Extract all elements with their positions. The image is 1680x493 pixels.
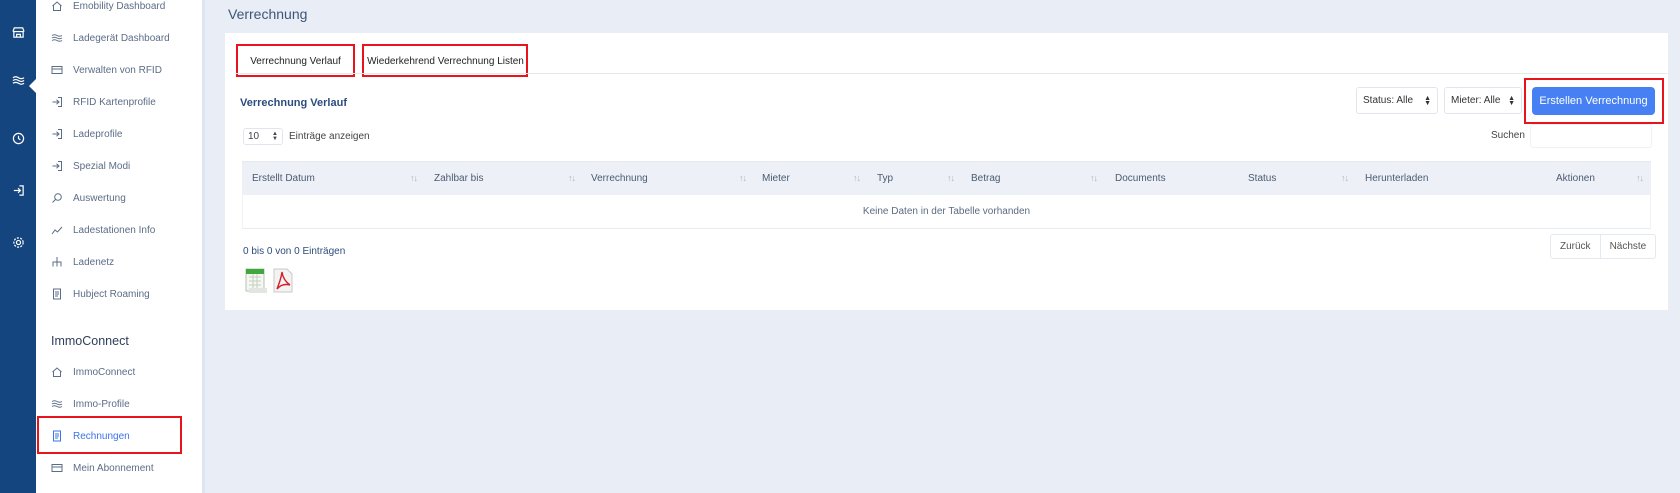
sidebar-item-immo-profile[interactable]: Immo-Profile — [50, 394, 130, 414]
document-icon — [50, 287, 64, 301]
status-filter-select[interactable]: Status: Alle ▲ ▼ — [1356, 87, 1438, 114]
select-arrows-icon: ▲ ▼ — [1424, 95, 1431, 107]
pdf-export-icon[interactable] — [272, 268, 294, 294]
col-mieter[interactable]: Mieter — [762, 173, 790, 184]
pagination-prev[interactable]: Zurück — [1551, 235, 1601, 258]
gear-icon[interactable] — [0, 232, 36, 252]
sidebar-item-mein-abonnement[interactable]: Mein Abonnement — [50, 458, 154, 478]
active-pointer — [29, 79, 36, 93]
sidebar-item-ladegeraet-dashboard[interactable]: Ladegerät Dashboard — [50, 28, 170, 48]
sidebar-item-auswertung[interactable]: Auswertung — [50, 188, 126, 208]
search-icon — [50, 191, 64, 205]
col-betrag[interactable]: Betrag — [971, 173, 1000, 184]
pagination-next[interactable]: Nächste — [1601, 235, 1656, 258]
pagination: Zurück Nächste — [1550, 234, 1657, 259]
col-herunterladen: Herunterladen — [1365, 173, 1429, 184]
sidebar-item-ladenetz[interactable]: Ladenetz — [50, 252, 114, 272]
sidebar-divider — [202, 0, 205, 493]
sidebar-item-ladestationen-info[interactable]: Ladestationen Info — [50, 220, 155, 240]
sort-icon[interactable]: ↑↓ — [410, 173, 418, 183]
chart-line-icon — [50, 223, 64, 237]
sidebar-item-spezial-modi[interactable]: Spezial Modi — [50, 156, 130, 176]
highlight-create-button — [1524, 78, 1664, 124]
highlight-rechnungen — [37, 416, 182, 454]
table-info: 0 bis 0 von 0 Einträgen — [243, 246, 346, 257]
select-arrows-icon: ▲ ▼ — [1508, 95, 1515, 107]
sidebar-item-verwalten-rfid[interactable]: Verwalten von RFID — [50, 60, 162, 80]
login-icon[interactable] — [0, 180, 36, 200]
table-empty-row: Keine Daten in der Tabelle vorhanden — [242, 195, 1651, 229]
sort-icon[interactable]: ↑↓ — [1090, 173, 1098, 183]
col-status[interactable]: Status — [1248, 173, 1276, 184]
col-documents: Documents — [1115, 173, 1166, 184]
tab-divider — [235, 73, 1667, 74]
icon-rail — [0, 0, 36, 493]
waves-icon — [50, 397, 64, 411]
sort-icon[interactable]: ↑↓ — [1341, 173, 1349, 183]
home-icon — [50, 365, 64, 379]
login-icon — [50, 127, 64, 141]
login-icon — [50, 95, 64, 109]
mieter-filter-select[interactable]: Mieter: Alle ▲ ▼ — [1444, 87, 1522, 114]
sidebar-item-immoconnect[interactable]: ImmoConnect — [50, 362, 135, 382]
network-icon — [50, 255, 64, 269]
search-input[interactable] — [1530, 124, 1652, 148]
card-icon — [50, 63, 64, 77]
login-icon — [50, 159, 64, 173]
sort-icon[interactable]: ↑↓ — [739, 173, 747, 183]
col-typ[interactable]: Typ — [877, 173, 893, 184]
sidebar-section-immoconnect: ImmoConnect — [51, 334, 129, 348]
waves-icon — [50, 31, 64, 45]
excel-export-icon[interactable] — [245, 268, 267, 294]
card-icon — [50, 461, 64, 475]
sort-icon[interactable]: ↑↓ — [853, 173, 861, 183]
section-title: Verrechnung Verlauf — [240, 97, 347, 109]
clock-icon[interactable] — [0, 128, 36, 148]
sidebar-item-emobility-dashboard[interactable]: Emobility Dashboard — [50, 0, 165, 16]
home-icon — [50, 0, 64, 13]
sidebar-item-hubject-roaming[interactable]: Hubject Roaming — [50, 284, 150, 304]
search-label: Suchen — [1491, 130, 1525, 141]
col-aktionen: Aktionen — [1556, 173, 1595, 184]
entries-length: 10 ▲ ▼ Einträge anzeigen — [243, 128, 370, 145]
sort-icon[interactable]: ↑↓ — [1636, 173, 1644, 183]
col-zahlbar-bis[interactable]: Zahlbar bis — [434, 173, 483, 184]
sort-icon[interactable]: ↑↓ — [568, 173, 576, 183]
sort-icon[interactable]: ↑↓ — [947, 173, 955, 183]
entries-length-select[interactable]: 10 ▲ ▼ — [243, 128, 283, 145]
page-title: Verrechnung — [228, 6, 308, 22]
sidebar-item-rfid-kartenprofile[interactable]: RFID Kartenprofile — [50, 92, 156, 112]
entries-label: Einträge anzeigen — [289, 131, 370, 142]
select-arrows-icon: ▲ ▼ — [272, 131, 278, 142]
col-erstellt-datum[interactable]: Erstellt Datum — [252, 173, 315, 184]
store-icon[interactable] — [0, 22, 36, 42]
table-header: Erstellt Datum ↑↓ Zahlbar bis ↑↓ Verrech… — [242, 161, 1651, 195]
sidebar-item-ladeprofile[interactable]: Ladeprofile — [50, 124, 122, 144]
col-verrechnung[interactable]: Verrechnung — [591, 173, 648, 184]
